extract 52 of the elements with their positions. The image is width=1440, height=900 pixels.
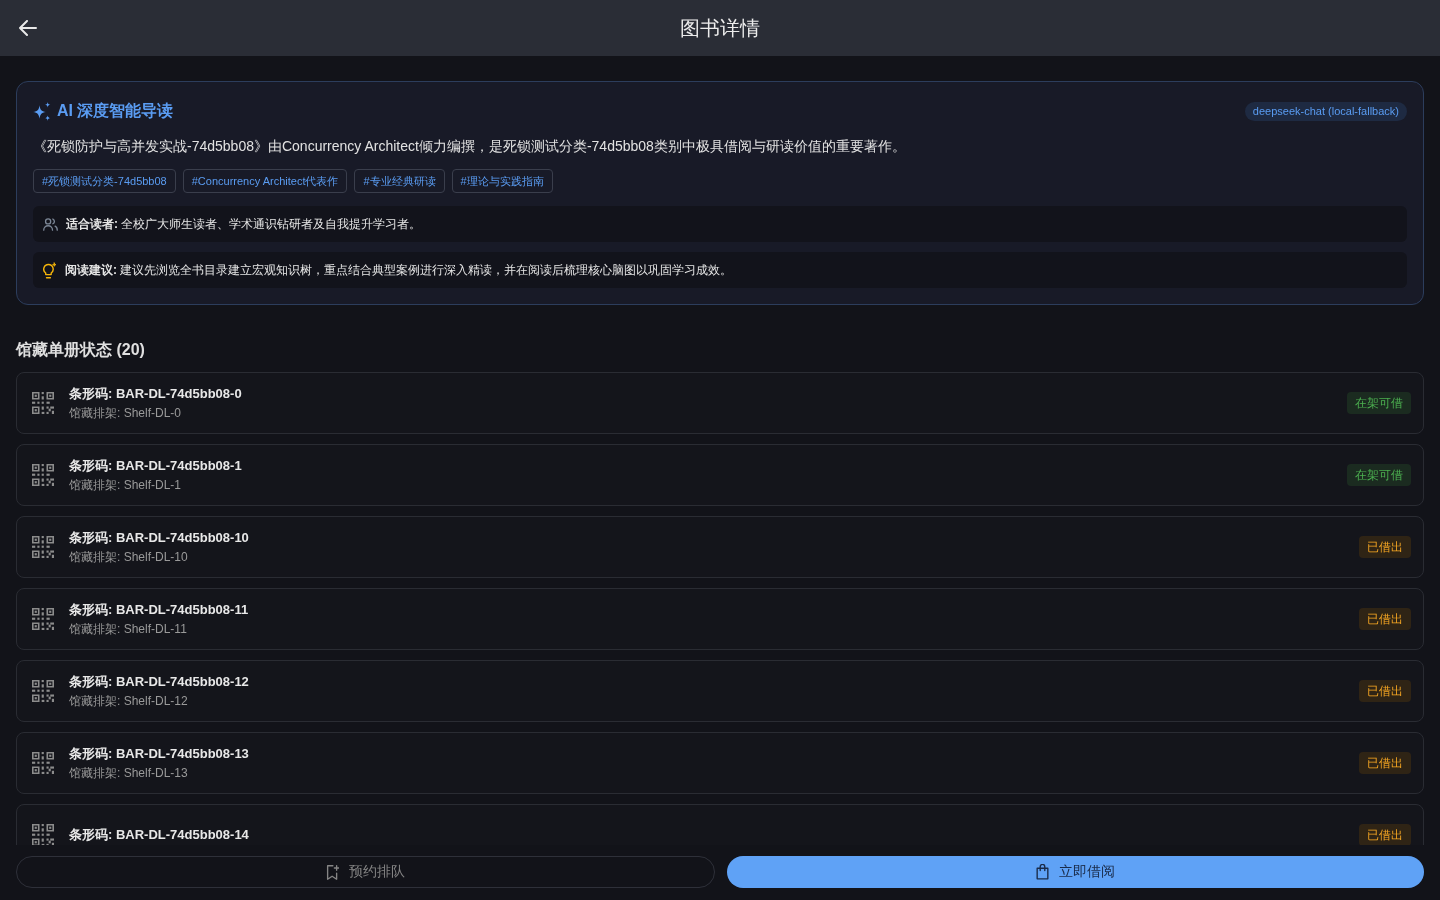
qr-code-icon [32, 824, 54, 845]
copy-card[interactable]: 条形码: BAR-DL-74d5bb08-12 馆藏排架: Shelf-DL-12 已借出 [16, 660, 1424, 722]
shelf-location: 馆藏排架: Shelf-DL-13 [69, 764, 188, 782]
qr-code-icon [32, 608, 54, 630]
barcode-label: 条形码: BAR-DL-74d5bb08-10 [69, 528, 249, 547]
topic-tag: #死锁测试分类-74d5bb08 [33, 169, 176, 193]
topic-tag: #理论与实践指南 [451, 169, 553, 193]
barcode-label: 条形码: BAR-DL-74d5bb08-14 [69, 826, 249, 844]
ai-guide-title: AI 深度智能导读 [57, 101, 174, 121]
bookmark-plus-icon [326, 864, 339, 880]
borrow-button[interactable]: 立即借阅 [727, 856, 1424, 888]
copy-card[interactable]: 条形码: BAR-DL-74d5bb08-0 馆藏排架: Shelf-DL-0 在架可借 [16, 372, 1424, 434]
status-badge: 已借出 [1359, 824, 1411, 845]
lightbulb-icon [43, 261, 57, 279]
status-badge: 已借出 [1359, 680, 1411, 702]
status-badge: 在架可借 [1347, 464, 1411, 486]
copy-card[interactable]: 条形码: BAR-DL-74d5bb08-11 馆藏排架: Shelf-DL-11 已借出 [16, 588, 1424, 650]
people-icon [43, 217, 58, 231]
page-title: 图书详情 [679, 15, 761, 41]
tip-text: 适合读者: 全校广大师生读者、学术通识钻研者及自我提升学习者。 [66, 216, 422, 232]
copy-card[interactable]: 条形码: BAR-DL-74d5bb08-14 已借出 [16, 804, 1424, 845]
section-title: 馆藏单册状态 (20) [16, 340, 146, 360]
qr-code-icon [32, 392, 54, 414]
barcode-label: 条形码: BAR-DL-74d5bb08-12 [69, 672, 249, 691]
qr-code-icon [32, 536, 54, 558]
book-summary: 《死锁防护与高并发实战-74d5bb08》由Concurrency Architect倾力编撰，是死锁测试分类-74d5bb08类别中极具借阅与研读价值的重要著作。 [33, 137, 907, 156]
copy-card[interactable]: 条形码: BAR-DL-74d5bb08-1 馆藏排架: Shelf-DL-1 在架可借 [16, 444, 1424, 506]
barcode-label: 条形码: BAR-DL-74d5bb08-0 [69, 384, 242, 403]
tip-text: 阅读建议: 建议先浏览全书目录建立宏观知识树，重点结合典型案例进行深入精读，并在阅读后梳理核心脑图以巩固学习成效。 [65, 262, 733, 278]
shopping-bag-icon [1036, 864, 1049, 880]
status-badge: 已借出 [1359, 752, 1411, 774]
qr-code-icon [32, 464, 54, 486]
barcode-label: 条形码: BAR-DL-74d5bb08-1 [69, 456, 242, 475]
shelf-location: 馆藏排架: Shelf-DL-1 [69, 476, 182, 494]
status-badge: 已借出 [1359, 536, 1411, 558]
barcode-label: 条形码: BAR-DL-74d5bb08-11 [69, 600, 249, 619]
back-arrow-icon [19, 20, 37, 36]
shelf-location: 馆藏排架: Shelf-DL-12 [69, 692, 188, 710]
shelf-location: 馆藏排架: Shelf-DL-0 [69, 404, 182, 422]
shelf-location: 馆藏排架: Shelf-DL-11 [69, 620, 187, 638]
shelf-location: 馆藏排架: Shelf-DL-10 [69, 548, 188, 566]
topic-tag: #Concurrency Architect代表作 [182, 169, 348, 193]
copy-card[interactable]: 条形码: BAR-DL-74d5bb08-10 馆藏排架: Shelf-DL-10 已借出 [16, 516, 1424, 578]
sparkle-icon [33, 101, 51, 121]
status-badge: 在架可借 [1347, 392, 1411, 414]
status-badge: 已借出 [1359, 608, 1411, 630]
model-badge: deepseek-chat (local-fallback) [1244, 101, 1407, 121]
qr-code-icon [32, 752, 54, 774]
barcode-label: 条形码: BAR-DL-74d5bb08-13 [69, 744, 249, 763]
topic-tag: #专业经典研读 [354, 169, 445, 193]
qr-code-icon [32, 680, 54, 702]
copy-card[interactable]: 条形码: BAR-DL-74d5bb08-13 馆藏排架: Shelf-DL-13 已借出 [16, 732, 1424, 794]
